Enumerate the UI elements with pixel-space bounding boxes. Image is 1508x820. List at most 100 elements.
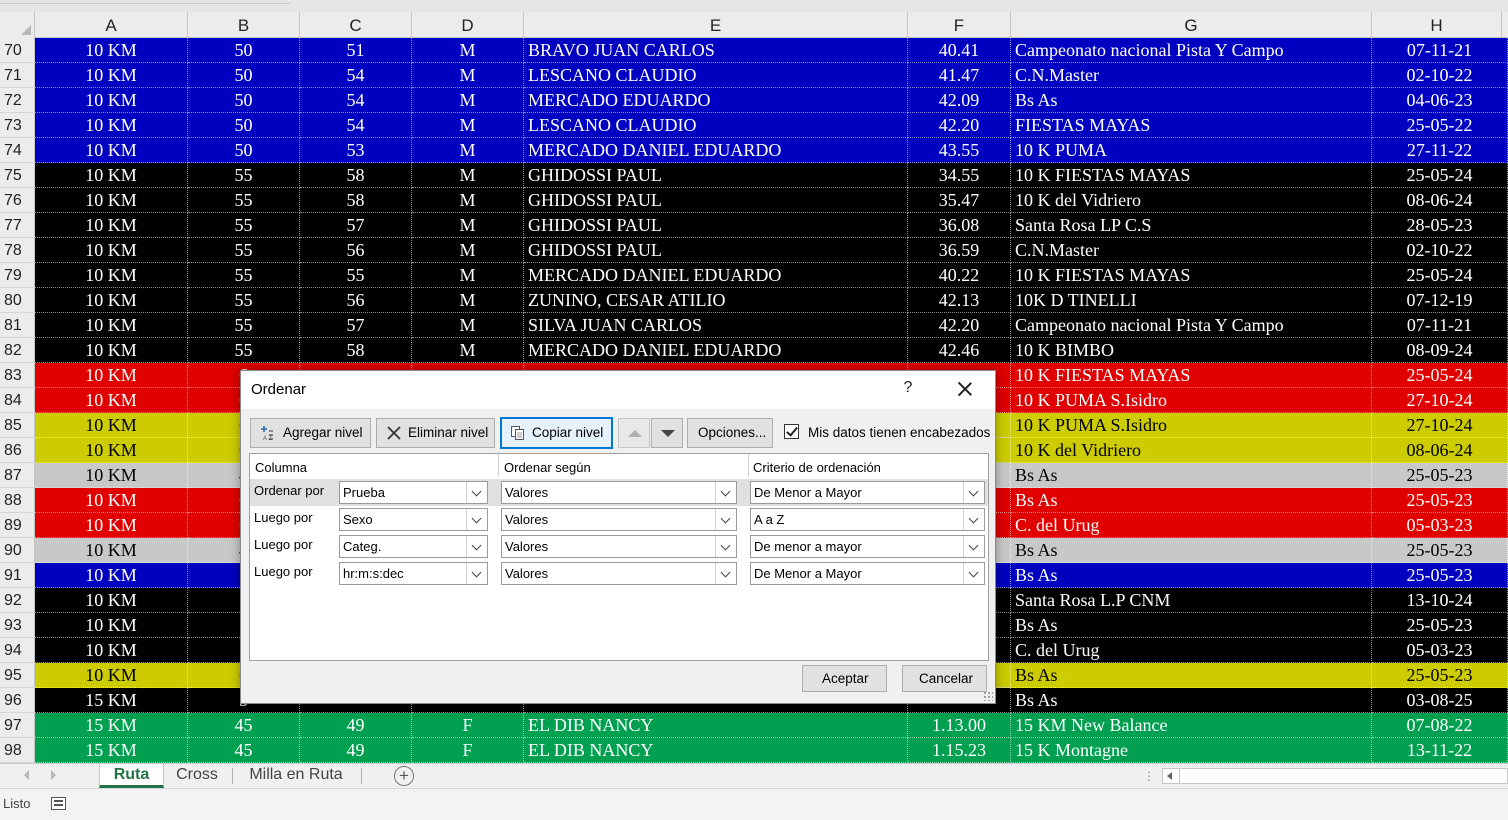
- cell-fecha[interactable]: 27-10-24: [1372, 413, 1508, 438]
- scroll-left-icon[interactable]: [1167, 772, 1172, 780]
- row-number[interactable]: 72: [0, 88, 35, 113]
- order-select[interactable]: De Menor a Mayor: [750, 481, 985, 504]
- cell-tiempo[interactable]: 41.47: [908, 63, 1011, 88]
- cell-sexo[interactable]: M: [412, 338, 524, 363]
- row-number[interactable]: 86: [0, 438, 35, 463]
- sort-on-select[interactable]: Valores: [501, 481, 737, 504]
- chevron-down-icon[interactable]: [963, 536, 984, 557]
- cell-prueba[interactable]: 10 KM: [35, 113, 188, 138]
- row-number[interactable]: 91: [0, 563, 35, 588]
- cell-fecha[interactable]: 25-05-24: [1372, 363, 1508, 388]
- cell-prueba[interactable]: 10 KM: [35, 338, 188, 363]
- cell-tiempo[interactable]: 42.13: [908, 288, 1011, 313]
- cell-sexo[interactable]: M: [412, 263, 524, 288]
- chevron-down-icon[interactable]: [466, 563, 487, 584]
- cell-prueba[interactable]: 10 KM: [35, 363, 188, 388]
- cell-categ[interactable]: 50: [188, 138, 300, 163]
- cell-evento[interactable]: 10 K FIESTAS MAYAS: [1011, 263, 1372, 288]
- cell-prueba[interactable]: 10 KM: [35, 313, 188, 338]
- column-header-e[interactable]: E: [524, 12, 908, 38]
- cell-evento[interactable]: Bs As: [1011, 663, 1372, 688]
- cell-edad[interactable]: 54: [300, 113, 412, 138]
- cell-categ[interactable]: 50: [188, 113, 300, 138]
- order-select[interactable]: De Menor a Mayor: [750, 562, 985, 585]
- row-number[interactable]: 79: [0, 263, 35, 288]
- cell-fecha[interactable]: 13-11-22: [1372, 738, 1508, 763]
- sort-on-select[interactable]: Valores: [501, 508, 737, 531]
- cell-sexo[interactable]: M: [412, 188, 524, 213]
- cell-tiempo[interactable]: 42.20: [908, 113, 1011, 138]
- cell-tiempo[interactable]: 36.08: [908, 213, 1011, 238]
- cell-nombre[interactable]: EL DIB NANCY: [524, 738, 908, 763]
- cell-tiempo[interactable]: 42.09: [908, 88, 1011, 113]
- cell-tiempo[interactable]: 42.20: [908, 313, 1011, 338]
- cell-categ[interactable]: 55: [188, 263, 300, 288]
- headers-checkbox-label[interactable]: Mis datos tienen encabezados: [808, 425, 990, 440]
- cell-nombre[interactable]: GHIDOSSI PAUL: [524, 238, 908, 263]
- column-header-g[interactable]: G: [1011, 12, 1372, 38]
- cell-nombre[interactable]: GHIDOSSI PAUL: [524, 163, 908, 188]
- row-number[interactable]: 85: [0, 413, 35, 438]
- column-select[interactable]: Sexo: [339, 508, 488, 531]
- cell-fecha[interactable]: 08-09-24: [1372, 338, 1508, 363]
- cell-prueba[interactable]: 10 KM: [35, 288, 188, 313]
- ok-button[interactable]: Aceptar: [802, 665, 887, 692]
- sheet-tab-cross[interactable]: Cross: [167, 764, 227, 788]
- cell-evento[interactable]: C. del Urug: [1011, 513, 1372, 538]
- cell-sexo[interactable]: M: [412, 138, 524, 163]
- cell-fecha[interactable]: 03-08-25: [1372, 688, 1508, 713]
- cell-edad[interactable]: 58: [300, 338, 412, 363]
- cell-nombre[interactable]: LESCANO CLAUDIO: [524, 113, 908, 138]
- row-number[interactable]: 75: [0, 163, 35, 188]
- cell-prueba[interactable]: 10 KM: [35, 388, 188, 413]
- row-number[interactable]: 88: [0, 488, 35, 513]
- cell-evento[interactable]: 10 K PUMA S.Isidro: [1011, 388, 1372, 413]
- cell-sexo[interactable]: M: [412, 113, 524, 138]
- sheet-tab-milla-en-ruta[interactable]: Milla en Ruta: [236, 764, 356, 788]
- column-header-a[interactable]: A: [35, 12, 188, 38]
- cell-prueba[interactable]: 10 KM: [35, 213, 188, 238]
- cell-nombre[interactable]: MERCADO DANIEL EDUARDO: [524, 138, 908, 163]
- row-number[interactable]: 83: [0, 363, 35, 388]
- chevron-down-icon[interactable]: [715, 509, 736, 530]
- row-number[interactable]: 82: [0, 338, 35, 363]
- cell-sexo[interactable]: M: [412, 163, 524, 188]
- cell-categ[interactable]: 55: [188, 288, 300, 313]
- cell-prueba[interactable]: 10 KM: [35, 488, 188, 513]
- cell-evento[interactable]: Bs As: [1011, 88, 1372, 113]
- cell-prueba[interactable]: 15 KM: [35, 738, 188, 763]
- options-button[interactable]: Opciones...: [687, 418, 773, 448]
- sort-level-row[interactable]: Luego por Categ. Valores De menor a mayo…: [250, 533, 988, 560]
- cell-evento[interactable]: C.N.Master: [1011, 63, 1372, 88]
- column-header-c[interactable]: C: [300, 12, 412, 38]
- cell-edad[interactable]: 49: [300, 713, 412, 738]
- chevron-down-icon[interactable]: [963, 563, 984, 584]
- row-number[interactable]: 98: [0, 738, 35, 763]
- cell-nombre[interactable]: MERCADO EDUARDO: [524, 88, 908, 113]
- row-number[interactable]: 70: [0, 38, 35, 63]
- cell-edad[interactable]: 57: [300, 313, 412, 338]
- cell-prueba[interactable]: 10 KM: [35, 563, 188, 588]
- cell-prueba[interactable]: 15 KM: [35, 713, 188, 738]
- cell-fecha[interactable]: 25-05-23: [1372, 563, 1508, 588]
- sort-level-row[interactable]: Luego por hr:m:s:dec Valores De Menor a …: [250, 560, 988, 587]
- cell-nombre[interactable]: LESCANO CLAUDIO: [524, 63, 908, 88]
- row-number[interactable]: 95: [0, 663, 35, 688]
- cell-categ[interactable]: 55: [188, 238, 300, 263]
- row-number[interactable]: 78: [0, 238, 35, 263]
- row-number[interactable]: 87: [0, 463, 35, 488]
- add-level-button[interactable]: A Z Agregar nivel: [250, 418, 371, 448]
- macro-record-icon[interactable]: [51, 797, 66, 810]
- chevron-down-icon[interactable]: [715, 563, 736, 584]
- cell-evento[interactable]: Campeonato nacional Pista Y Campo: [1011, 38, 1372, 63]
- cell-prueba[interactable]: 10 KM: [35, 513, 188, 538]
- cell-edad[interactable]: 56: [300, 288, 412, 313]
- cell-prueba[interactable]: 10 KM: [35, 588, 188, 613]
- move-up-button[interactable]: [618, 418, 650, 448]
- row-number[interactable]: 93: [0, 613, 35, 638]
- add-sheet-button[interactable]: +: [394, 766, 414, 786]
- row-number[interactable]: 84: [0, 388, 35, 413]
- cell-sexo[interactable]: M: [412, 288, 524, 313]
- cell-evento[interactable]: FIESTAS MAYAS: [1011, 113, 1372, 138]
- chevron-down-icon[interactable]: [963, 482, 984, 503]
